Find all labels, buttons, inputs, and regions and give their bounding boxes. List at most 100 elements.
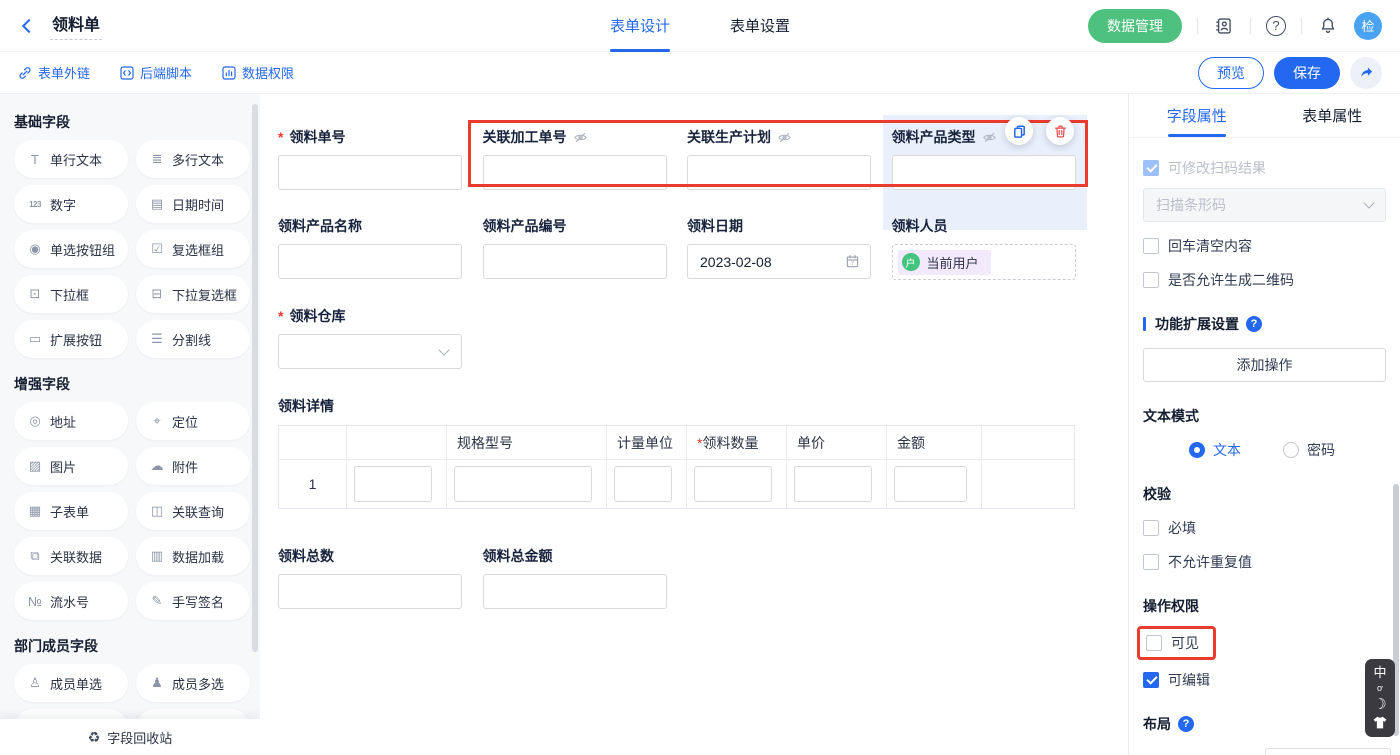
field-item-location[interactable]: ⌖ 定位 (136, 402, 250, 440)
field-item-number[interactable]: 123 数字 (14, 185, 128, 223)
date-input[interactable]: 2023-02-08 7 (687, 244, 871, 279)
field-product-type[interactable]: 领料产品类型 (892, 128, 1097, 190)
field-total-amount[interactable]: 领料总金额 (483, 547, 688, 609)
field-item-divider[interactable]: ☰ 分割线 (136, 320, 250, 358)
link-icon (18, 66, 32, 80)
chevron-down-icon (1363, 197, 1374, 208)
subform-col-header[interactable]: 规格型号 (447, 426, 607, 459)
field-item-multi-line-text[interactable]: ≣ 多行文本 (136, 140, 250, 178)
field-input[interactable] (278, 155, 462, 190)
field-item-address[interactable]: ◎ 地址 (14, 402, 128, 440)
field-item-member-multi[interactable]: ♟ 成员多选 (136, 664, 250, 702)
subform-input[interactable] (454, 466, 592, 502)
field-input[interactable] (483, 244, 667, 279)
field-personnel[interactable]: 领料人员 户 当前用户 (892, 217, 1097, 280)
member-input[interactable]: 户 当前用户 (892, 244, 1076, 280)
field-width-select[interactable]: 1/4 (1265, 748, 1391, 755)
field-input[interactable] (687, 155, 871, 190)
field-item-linked-query[interactable]: ◫ 关联查询 (136, 492, 250, 530)
checkbox-allow-qrcode[interactable]: 是否允许生成二维码 (1143, 270, 1386, 290)
subform-input[interactable] (694, 466, 772, 502)
scan-type-select[interactable]: 扫描条形码 (1143, 188, 1386, 222)
checkbox-visible[interactable]: 可见 (1146, 633, 1199, 653)
moon-icon[interactable]: ☽ (1373, 697, 1386, 712)
tab-field-properties[interactable]: 字段属性 (1129, 94, 1265, 137)
field-item-member-single[interactable]: ♙ 成员单选 (14, 664, 128, 702)
tab-form-settings[interactable]: 表单设置 (730, 0, 790, 52)
form-title[interactable]: 领料单 (50, 11, 102, 40)
field-item-datetime[interactable]: ▤ 日期时间 (136, 185, 250, 223)
field-input[interactable] (483, 574, 667, 609)
delete-field-button[interactable] (1046, 117, 1074, 145)
tab-form-properties[interactable]: 表单属性 (1265, 94, 1400, 137)
field-product-name[interactable]: 领料产品名称 (278, 217, 483, 280)
checkbox-editable[interactable]: 可编辑 (1143, 670, 1386, 690)
sidebar-scrollbar[interactable] (252, 104, 258, 652)
tab-form-design[interactable]: 表单设计 (610, 0, 670, 52)
field-input[interactable] (892, 155, 1076, 190)
checkbox-no-duplicates[interactable]: 不允许重复值 (1143, 552, 1386, 572)
checkbox-required[interactable]: 必填 (1143, 518, 1386, 538)
field-item-serial-number[interactable]: № 流水号 (14, 582, 128, 620)
user-avatar[interactable]: 检 (1354, 12, 1382, 40)
subform-col-header[interactable]: 领料数量 (687, 426, 787, 459)
field-item-signature[interactable]: ✎ 手写签名 (136, 582, 250, 620)
radio-password[interactable]: 密码 (1283, 440, 1335, 460)
field-item-single-line-text[interactable]: T 单行文本 (14, 140, 128, 178)
field-product-code[interactable]: 领料产品编号 (483, 217, 688, 280)
field-process-order[interactable]: 关联加工单号 (483, 128, 688, 190)
field-production-plan[interactable]: 关联生产计划 (687, 128, 892, 190)
radio-group-icon: ◉ (27, 241, 43, 257)
field-subform-details[interactable]: 领料详情 规格型号计量单位领料数量单价金额 1 (278, 396, 1128, 509)
field-item-data-load[interactable]: ▥ 数据加载 (136, 537, 250, 575)
field-input[interactable] (483, 155, 667, 190)
subform-col-header[interactable]: 单价 (787, 426, 887, 459)
help-icon[interactable]: ? (1178, 716, 1194, 732)
field-requisition-no[interactable]: 领料单号 (278, 128, 483, 190)
copy-field-button[interactable] (1005, 117, 1033, 145)
field-item-linked-data[interactable]: ⧉ 关联数据 (14, 537, 128, 575)
preview-button[interactable]: 预览 (1198, 57, 1264, 89)
bell-icon[interactable] (1317, 15, 1339, 37)
skin-shirt-icon[interactable] (1373, 716, 1387, 729)
share-button[interactable] (1350, 57, 1382, 89)
data-manage-button[interactable]: 数据管理 (1088, 9, 1182, 43)
subform-col-header[interactable]: 金额 (887, 426, 982, 459)
field-item-multi-select[interactable]: ⊟ 下拉复选框 (136, 275, 250, 313)
field-warehouse[interactable]: 领料仓库 (278, 307, 483, 369)
back-button[interactable] (18, 15, 40, 37)
field-item-extend-button[interactable]: ▭ 扩展按钮 (14, 320, 128, 358)
radio-text[interactable]: 文本 (1189, 440, 1241, 460)
data-permission-link[interactable]: 数据权限 (222, 63, 294, 82)
field-item-select[interactable]: ⊡ 下拉框 (14, 275, 128, 313)
sidebar-section-title: 增强字段 (14, 374, 260, 392)
field-input[interactable] (278, 244, 462, 279)
subform-col-header[interactable] (347, 426, 447, 459)
field-input[interactable] (278, 574, 462, 609)
subform-input[interactable] (614, 466, 672, 502)
contacts-icon[interactable] (1213, 15, 1235, 37)
save-button[interactable]: 保存 (1274, 57, 1340, 89)
subform-input[interactable] (794, 466, 872, 502)
subform-input[interactable] (894, 466, 967, 502)
field-requisition-date[interactable]: 领料日期 2023-02-08 7 (687, 217, 892, 280)
subform-col-header[interactable]: 计量单位 (607, 426, 687, 459)
add-action-button[interactable]: 添加操作 (1143, 348, 1386, 382)
checkbox-enter-clear[interactable]: 回车清空内容 (1143, 236, 1386, 256)
help-icon[interactable]: ? (1246, 316, 1262, 332)
field-item-radio-group[interactable]: ◉ 单选按钮组 (14, 230, 128, 268)
backend-script-link[interactable]: 后端脚本 (120, 63, 192, 82)
ime-mode-icon[interactable]: ơ (1377, 684, 1383, 693)
form-external-link[interactable]: 表单外链 (18, 63, 90, 82)
field-item-subform[interactable]: ▦ 子表单 (14, 492, 128, 530)
field-total-quantity[interactable]: 领料总数 (278, 547, 483, 609)
warehouse-select[interactable] (278, 334, 462, 369)
field-item-checkbox-group[interactable]: ☑ 复选框组 (136, 230, 250, 268)
field-recycle-bin[interactable]: ♻ 字段回收站 (0, 719, 260, 755)
subform-input[interactable] (354, 466, 432, 502)
field-item-image[interactable]: ▨ 图片 (14, 447, 128, 485)
field-item-attachment[interactable]: ☁ 附件 (136, 447, 250, 485)
ime-language-toggle[interactable]: 中 (1373, 666, 1386, 680)
checkbox-modifiable-scan-result[interactable]: 可修改扫码结果 (1143, 158, 1386, 178)
help-icon[interactable]: ? (1266, 16, 1286, 36)
